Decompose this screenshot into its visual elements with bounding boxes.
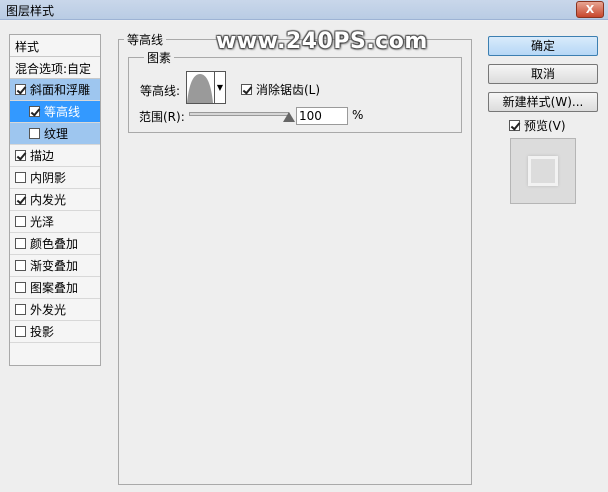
watermark-text: www.240PS.com <box>216 29 428 54</box>
checkbox-color-overlay[interactable] <box>15 238 26 249</box>
range-slider-track[interactable] <box>189 112 289 116</box>
contour-curve-icon <box>187 74 213 103</box>
range-unit: % <box>352 108 364 122</box>
preview-label: 预览(V) <box>524 119 566 133</box>
checkbox-bevel-emboss[interactable] <box>15 84 26 95</box>
style-item-label: 描边 <box>30 149 55 163</box>
checkbox-texture[interactable] <box>29 128 40 139</box>
style-item-label: 光泽 <box>30 215 55 229</box>
checkbox-inner-shadow[interactable] <box>15 172 26 183</box>
styles-list: 样式 混合选项:自定 斜面和浮雕 等高线 纹理 描边 内阴影 内发光 光泽 颜色… <box>9 34 101 366</box>
styles-header[interactable]: 样式 <box>10 35 100 57</box>
preview-square <box>528 156 558 186</box>
close-button[interactable]: X <box>576 1 604 18</box>
style-item-inner-shadow[interactable]: 内阴影 <box>10 167 100 189</box>
window-title: 图层样式 <box>6 4 55 18</box>
chevron-down-icon[interactable]: ▼ <box>214 71 226 104</box>
style-item-label: 渐变叠加 <box>30 259 79 273</box>
style-item-drop-shadow[interactable]: 投影 <box>10 321 100 343</box>
checkbox-drop-shadow[interactable] <box>15 326 26 337</box>
contour-label: 等高线: <box>140 84 181 98</box>
preview-checkbox[interactable] <box>509 120 520 131</box>
style-item-contour[interactable]: 等高线 <box>10 101 100 123</box>
checkbox-gradient-overlay[interactable] <box>15 260 26 271</box>
style-item-inner-glow[interactable]: 内发光 <box>10 189 100 211</box>
anti-alias-checkbox[interactable] <box>241 84 252 95</box>
checkbox-satin[interactable] <box>15 216 26 227</box>
preview-thumbnail <box>510 138 576 204</box>
range-input[interactable]: 100 <box>296 107 348 125</box>
elements-group-title: 图素 <box>144 49 175 66</box>
style-item-bevel-emboss[interactable]: 斜面和浮雕 <box>10 79 100 101</box>
style-item-label: 斜面和浮雕 <box>30 83 91 97</box>
cancel-button[interactable]: 取消 <box>488 64 598 84</box>
checkbox-outer-glow[interactable] <box>15 304 26 315</box>
style-item-label: 内阴影 <box>30 171 67 185</box>
blend-options-item[interactable]: 混合选项:自定 <box>10 57 100 79</box>
style-item-color-overlay[interactable]: 颜色叠加 <box>10 233 100 255</box>
style-item-label: 外发光 <box>30 303 67 317</box>
range-slider-thumb[interactable] <box>283 112 295 122</box>
style-item-label: 投影 <box>30 325 55 339</box>
style-item-stroke[interactable]: 描边 <box>10 145 100 167</box>
style-item-gradient-overlay[interactable]: 渐变叠加 <box>10 255 100 277</box>
style-item-pattern-overlay[interactable]: 图案叠加 <box>10 277 100 299</box>
title-bar: 图层样式 X <box>0 0 608 20</box>
style-item-label: 内发光 <box>30 193 67 207</box>
range-label: 范围(R): <box>139 110 185 124</box>
checkbox-pattern-overlay[interactable] <box>15 282 26 293</box>
style-item-satin[interactable]: 光泽 <box>10 211 100 233</box>
style-item-texture[interactable]: 纹理 <box>10 123 100 145</box>
style-item-outer-glow[interactable]: 外发光 <box>10 299 100 321</box>
contour-panel-title: 等高线 <box>124 31 167 48</box>
style-item-label: 颜色叠加 <box>30 237 79 251</box>
checkbox-inner-glow[interactable] <box>15 194 26 205</box>
checkbox-stroke[interactable] <box>15 150 26 161</box>
anti-alias-label: 消除锯齿(L) <box>256 83 321 97</box>
anti-alias-option[interactable]: 消除锯齿(L) <box>241 81 320 98</box>
layer-style-dialog: 样式 混合选项:自定 斜面和浮雕 等高线 纹理 描边 内阴影 内发光 光泽 颜色… <box>0 21 608 492</box>
checkbox-contour[interactable] <box>29 106 40 117</box>
ok-button[interactable]: 确定 <box>488 36 598 56</box>
preview-option[interactable]: 预览(V) <box>509 117 566 134</box>
new-style-button[interactable]: 新建样式(W)... <box>488 92 598 112</box>
style-item-label: 纹理 <box>44 127 69 141</box>
style-item-label: 等高线 <box>44 105 81 119</box>
style-item-label: 图案叠加 <box>30 281 79 295</box>
